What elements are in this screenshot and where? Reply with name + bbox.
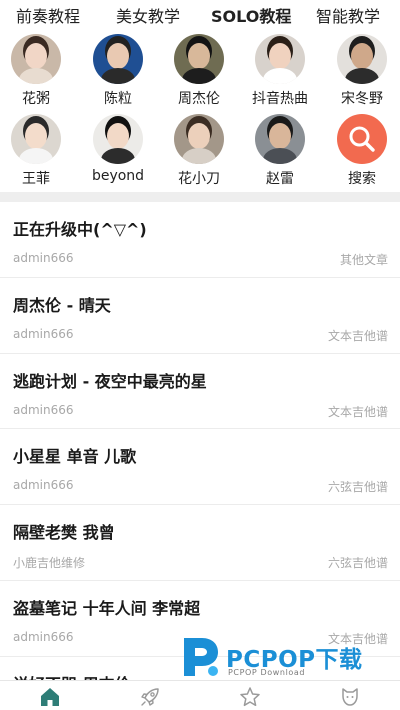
section-divider bbox=[0, 192, 400, 202]
artist-item-songdongye[interactable]: 宋冬野 bbox=[322, 34, 400, 108]
tab-smart-teaching[interactable]: 智能教学 bbox=[316, 3, 380, 27]
artist-name: beyond bbox=[91, 168, 145, 184]
tab-solo-tutorial[interactable]: SOLO教程 bbox=[211, 3, 291, 27]
article-title: 小星星 单音 儿歌 bbox=[13, 447, 137, 467]
artist-item-zhaolei[interactable]: 赵雷 bbox=[240, 114, 320, 188]
nav-home[interactable] bbox=[39, 686, 61, 708]
search-icon bbox=[349, 126, 375, 152]
article-category: 其他文章 bbox=[339, 253, 388, 267]
article-title: 周杰伦 - 晴天 bbox=[13, 295, 111, 315]
tab-prelude-tutorial[interactable]: 前奏教程 bbox=[16, 3, 80, 27]
avatar bbox=[255, 114, 305, 164]
artist-item-huazhou[interactable]: 花粥 bbox=[0, 34, 76, 108]
bottom-nav bbox=[0, 680, 400, 710]
rocket-icon bbox=[141, 688, 159, 706]
artist-item-douyin-hits[interactable]: 抖音热曲 bbox=[240, 34, 320, 108]
list-item[interactable]: 逃跑计划 - 夜空中最亮的星 admin666 文本吉他谱 bbox=[0, 354, 400, 430]
artist-item-faye-wong[interactable]: 王菲 bbox=[0, 114, 76, 188]
article-category: 文本吉他谱 bbox=[327, 328, 388, 343]
avatar bbox=[174, 114, 224, 164]
pcpop-watermark: PCPOP下载 PCPOP Download bbox=[178, 630, 388, 682]
article-category: 六弦吉他谱 bbox=[327, 480, 388, 495]
artist-item-huaxiaodao[interactable]: 花小刀 bbox=[159, 114, 239, 188]
artist-item-jay-chou[interactable]: 周杰伦 bbox=[159, 34, 239, 108]
article-category: 文本吉他谱 bbox=[327, 404, 388, 419]
artist-name: 周杰伦 bbox=[178, 91, 220, 107]
nav-discover[interactable] bbox=[139, 686, 161, 708]
avatar bbox=[11, 114, 61, 164]
nav-favorites[interactable] bbox=[239, 686, 261, 708]
article-title: 盗墓笔记 十年人间 李常超 bbox=[13, 598, 201, 618]
search-button[interactable]: 搜索 bbox=[322, 114, 400, 188]
list-item[interactable]: 周杰伦 - 晴天 admin666 文本吉他谱 bbox=[0, 278, 400, 354]
artist-name: 陈粒 bbox=[104, 91, 132, 107]
artist-item-chenli[interactable]: 陈粒 bbox=[78, 34, 158, 108]
avatar bbox=[11, 34, 61, 84]
artist-name: 花小刀 bbox=[178, 171, 220, 187]
pcpop-logo-icon bbox=[184, 638, 218, 676]
article-list: 正在升级中(^▽^) admin666 其他文章 周杰伦 - 晴天 admin6… bbox=[0, 202, 400, 680]
tab-beauty-teaching[interactable]: 美女教学 bbox=[116, 3, 180, 27]
top-category-tabs: 前奏教程 美女教学 SOLO教程 智能教学 bbox=[0, 0, 400, 28]
avatar bbox=[93, 34, 143, 84]
article-author: admin666 bbox=[13, 629, 74, 644]
article-author: 小鹿吉他维修 bbox=[13, 556, 86, 571]
list-item[interactable]: 小星星 单音 儿歌 admin666 六弦吉他谱 bbox=[0, 429, 400, 506]
home-icon bbox=[41, 688, 59, 706]
article-title: 正在升级中(^▽^) bbox=[13, 220, 147, 239]
article-title: 隔壁老樊 我曾 bbox=[13, 523, 115, 543]
article-category: 六弦吉他谱 bbox=[327, 556, 388, 571]
article-author: admin666 bbox=[13, 402, 74, 417]
article-title: 逃跑计划 - 夜空中最亮的星 bbox=[13, 371, 207, 391]
artist-item-beyond[interactable]: beyond bbox=[78, 114, 158, 184]
search-label: 搜索 bbox=[348, 171, 376, 187]
article-author: admin666 bbox=[13, 251, 74, 265]
watermark-subtext: PCPOP Download bbox=[228, 668, 306, 677]
avatar bbox=[337, 34, 387, 84]
avatar bbox=[93, 114, 143, 164]
artist-name: 赵雷 bbox=[266, 171, 294, 187]
avatar bbox=[174, 34, 224, 84]
artist-grid: 花粥 陈粒 周杰伦 抖音热曲 宋冬野 王菲 beyond 花小刀 赵雷 搜索 bbox=[0, 32, 400, 190]
avatar bbox=[255, 34, 305, 84]
artist-name: 花粥 bbox=[22, 91, 50, 107]
star-icon bbox=[240, 687, 260, 707]
artist-name: 宋冬野 bbox=[341, 91, 383, 107]
nav-profile[interactable] bbox=[339, 686, 361, 708]
profile-icon bbox=[342, 688, 358, 706]
article-author: admin666 bbox=[13, 478, 74, 493]
article-author: admin666 bbox=[13, 326, 74, 341]
artist-name: 王菲 bbox=[22, 171, 50, 187]
search-circle bbox=[337, 114, 387, 164]
article-title: 说好不哭 周杰伦 bbox=[13, 671, 131, 680]
list-item[interactable]: 隔壁老樊 我曾 小鹿吉他维修 六弦吉他谱 bbox=[0, 505, 400, 581]
list-item[interactable]: 正在升级中(^▽^) admin666 其他文章 bbox=[0, 202, 400, 278]
artist-name: 抖音热曲 bbox=[252, 91, 308, 107]
